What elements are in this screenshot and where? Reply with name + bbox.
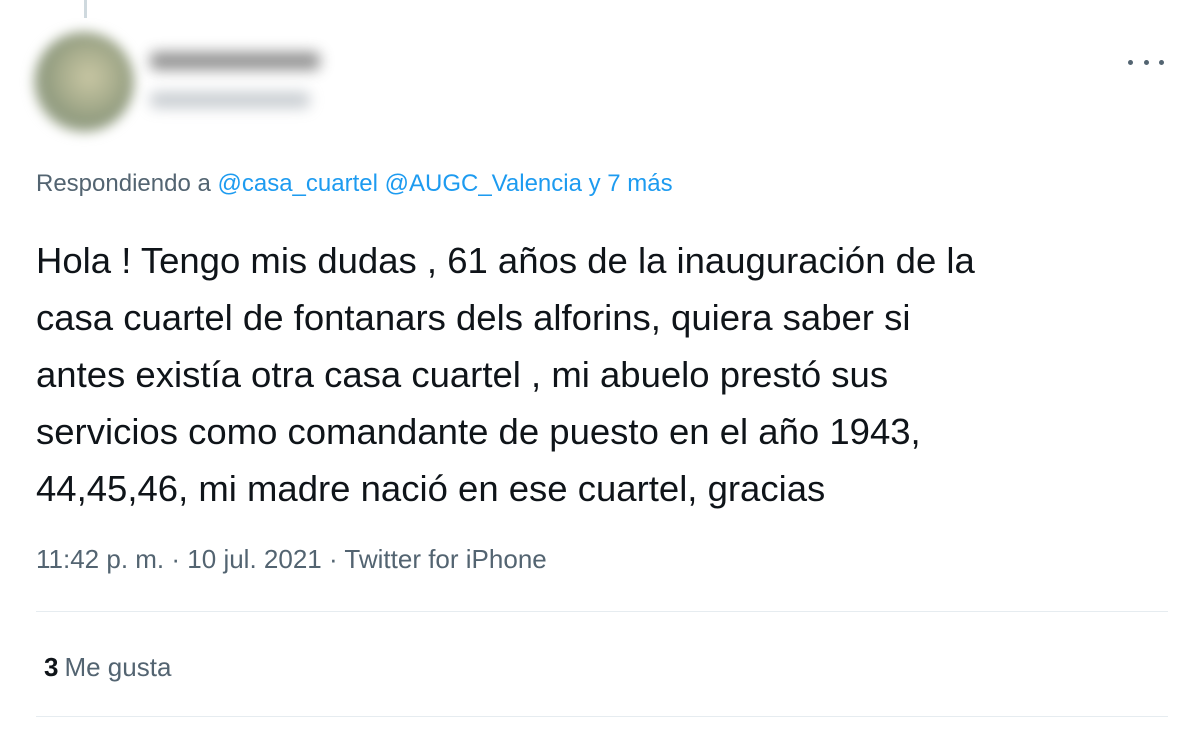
divider xyxy=(36,611,1168,612)
tweet-text-line: antes existía otra casa cuartel , mi abu… xyxy=(36,354,889,395)
mention-casa-cuartel[interactable]: @casa_cuartel xyxy=(217,170,377,197)
likes-label: Me gusta xyxy=(64,652,172,682)
dot xyxy=(1159,59,1164,65)
tweet-text-line: casa cuartel de fontanars dels alforins,… xyxy=(36,297,911,338)
dot xyxy=(1143,59,1149,65)
thread-connector-line xyxy=(84,0,87,18)
tweet-text: Hola ! Tengo mis dudas , 61 años de la i… xyxy=(36,232,1166,517)
more-horizontal-icon[interactable] xyxy=(1128,50,1164,74)
tweet-metadata: 11:42 p. m. · 10 jul. 2021 · Twitter for… xyxy=(36,544,547,575)
replying-prefix: Respondiendo a xyxy=(36,170,211,197)
replying-to: Respondiendo a @casa_cuartel @AUGC_Valen… xyxy=(36,170,673,198)
avatar[interactable] xyxy=(34,32,134,132)
tweet-source[interactable]: Twitter for iPhone xyxy=(344,544,546,574)
dot xyxy=(1128,59,1133,65)
separator: · xyxy=(171,544,181,574)
tweet-text-line: Hola ! Tengo mis dudas , 61 años de la i… xyxy=(36,240,975,281)
divider xyxy=(36,716,1168,717)
mention-augc-valencia[interactable]: @AUGC_Valencia xyxy=(385,170,582,197)
tweet-text-line: servicios como comandante de puesto en e… xyxy=(36,411,921,452)
more-mentions-link[interactable]: y 7 más xyxy=(589,170,673,197)
author-handle-blurred[interactable] xyxy=(150,92,310,108)
tweet-text-line: 44,45,46, mi madre nació en ese cuartel,… xyxy=(36,468,826,509)
separator: · xyxy=(328,544,338,574)
likes-count-link[interactable]: 3 Me gusta xyxy=(44,652,171,683)
tweet-date[interactable]: 10 jul. 2021 xyxy=(187,544,321,574)
author-display-name-blurred[interactable] xyxy=(150,52,320,70)
tweet-time[interactable]: 11:42 p. m. xyxy=(36,544,164,574)
likes-count: 3 xyxy=(44,652,59,682)
